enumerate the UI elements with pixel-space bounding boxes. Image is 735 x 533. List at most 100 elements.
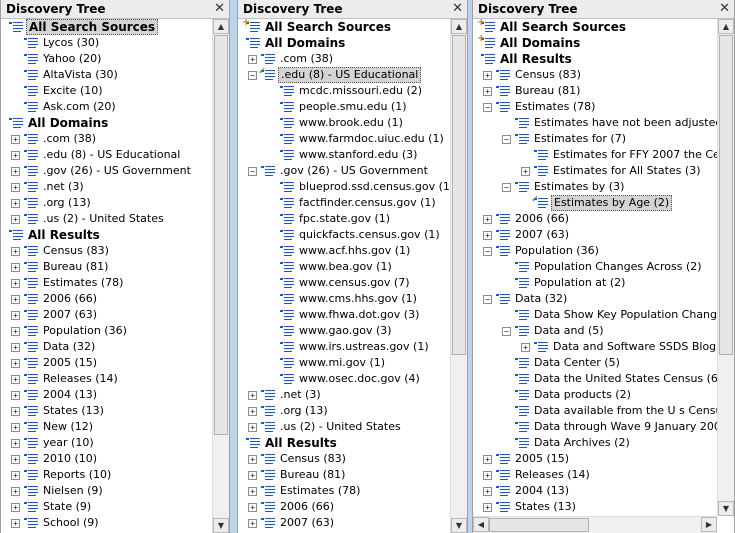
collapse-icon[interactable]: − bbox=[502, 135, 511, 144]
expand-icon[interactable]: + bbox=[11, 359, 20, 368]
tree-section-header[interactable]: All Results bbox=[473, 51, 717, 67]
tree-node[interactable]: blueprod.ssd.census.gov (1) bbox=[238, 179, 450, 195]
collapse-icon[interactable]: − bbox=[502, 327, 511, 336]
tree-node[interactable]: + States (13) bbox=[473, 499, 717, 515]
collapse-icon[interactable]: − bbox=[483, 247, 492, 256]
expand-icon[interactable]: + bbox=[248, 487, 257, 496]
tree-node[interactable]: www.cms.hhs.gov (1) bbox=[238, 291, 450, 307]
tree-node[interactable]: + Estimates (78) bbox=[238, 483, 450, 499]
collapse-icon[interactable]: − bbox=[248, 71, 257, 80]
scroll-down-button[interactable]: ▼ bbox=[213, 518, 229, 533]
expand-icon[interactable]: + bbox=[11, 423, 20, 432]
tree-node[interactable]: + Bureau (81) bbox=[473, 83, 717, 99]
tree-node[interactable]: www.bea.gov (1) bbox=[238, 259, 450, 275]
tree-section-header[interactable]: All Search Sources bbox=[1, 19, 212, 35]
tree-node[interactable]: factfinder.census.gov (1) bbox=[238, 195, 450, 211]
scroll-up-button[interactable]: ▲ bbox=[451, 19, 467, 34]
tree-node[interactable]: + States (13) bbox=[1, 403, 212, 419]
tree-node[interactable]: + School (9) bbox=[1, 515, 212, 531]
tree-node[interactable]: + .edu (8) - US Educational bbox=[1, 147, 212, 163]
tree-node[interactable]: www.gao.gov (3) bbox=[238, 323, 450, 339]
tree-node[interactable]: − Population (36) bbox=[473, 243, 717, 259]
tree-node[interactable]: + Reports (10) bbox=[1, 467, 212, 483]
vertical-scrollbar[interactable]: ▲ ▼ bbox=[450, 19, 467, 533]
tree-node[interactable]: Lycos (30) bbox=[1, 35, 212, 51]
tree-section-header[interactable]: All Results bbox=[238, 435, 450, 451]
tree-node[interactable]: Data through Wave 9 January 2007 o bbox=[473, 419, 717, 435]
tree-node[interactable]: www.farmdoc.uiuc.edu (1) bbox=[238, 131, 450, 147]
expand-icon[interactable]: + bbox=[521, 343, 530, 352]
tree-node[interactable]: Data products (2) bbox=[473, 387, 717, 403]
tree-node[interactable]: +2005 (15) bbox=[473, 451, 717, 467]
scroll-right-button[interactable]: ▶ bbox=[701, 517, 717, 532]
tree-node[interactable]: + .com (38) bbox=[238, 51, 450, 67]
tree-node[interactable]: quickfacts.census.gov (1) bbox=[238, 227, 450, 243]
collapse-icon[interactable]: − bbox=[248, 167, 257, 176]
collapse-icon[interactable]: − bbox=[502, 183, 511, 192]
tree-node[interactable]: Population at (2) bbox=[473, 275, 717, 291]
tree-node[interactable]: + .us (2) - United States bbox=[238, 419, 450, 435]
tree-node[interactable]: +2005 (15) bbox=[1, 355, 212, 371]
expand-icon[interactable]: + bbox=[248, 407, 257, 416]
expand-icon[interactable]: + bbox=[11, 295, 20, 304]
tree-node[interactable]: − Data (32) bbox=[473, 291, 717, 307]
tree-node[interactable]: + .org (13) bbox=[238, 403, 450, 419]
tree-section-header[interactable]: All Results bbox=[1, 227, 212, 243]
vertical-scrollbar[interactable]: ▲ ▼ bbox=[717, 19, 734, 516]
expand-icon[interactable]: + bbox=[11, 487, 20, 496]
tree-node[interactable]: + Releases (14) bbox=[473, 467, 717, 483]
expand-icon[interactable]: + bbox=[483, 487, 492, 496]
expand-icon[interactable]: + bbox=[11, 263, 20, 272]
expand-icon[interactable]: + bbox=[483, 87, 492, 96]
tree-node[interactable]: +2010 (10) bbox=[1, 451, 212, 467]
expand-icon[interactable]: + bbox=[11, 327, 20, 336]
expand-icon[interactable]: + bbox=[11, 215, 20, 224]
scroll-thumb[interactable] bbox=[452, 35, 466, 355]
tree-node[interactable]: + Estimates (78) bbox=[1, 275, 212, 291]
expand-icon[interactable]: + bbox=[11, 183, 20, 192]
tree-node[interactable]: − Estimates by (3) bbox=[473, 179, 717, 195]
expand-icon[interactable]: + bbox=[11, 471, 20, 480]
tree-node[interactable]: + Estimates for All States (3) bbox=[473, 163, 717, 179]
expand-icon[interactable]: + bbox=[11, 247, 20, 256]
expand-icon[interactable]: + bbox=[11, 375, 20, 384]
tree-node[interactable]: +2004 (13) bbox=[473, 483, 717, 499]
tree-node[interactable]: + .net (3) bbox=[238, 387, 450, 403]
collapse-icon[interactable]: − bbox=[483, 103, 492, 112]
tree-node[interactable]: mcdc.missouri.edu (2) bbox=[238, 83, 450, 99]
vertical-scrollbar[interactable]: ▲ ▼ bbox=[212, 19, 229, 533]
tree-node[interactable]: +2006 (66) bbox=[473, 211, 717, 227]
expand-icon[interactable]: + bbox=[483, 71, 492, 80]
tree-node[interactable]: + Bureau (81) bbox=[238, 467, 450, 483]
tree-node[interactable]: +2007 (63) bbox=[238, 515, 450, 531]
close-icon[interactable]: ✕ bbox=[452, 1, 463, 16]
scroll-thumb[interactable] bbox=[719, 35, 733, 355]
expand-icon[interactable]: + bbox=[248, 391, 257, 400]
expand-icon[interactable]: + bbox=[248, 471, 257, 480]
expand-icon[interactable]: + bbox=[11, 311, 20, 320]
close-icon[interactable]: ✕ bbox=[214, 1, 225, 16]
tree-node[interactable]: + New (12) bbox=[1, 419, 212, 435]
expand-icon[interactable]: + bbox=[248, 455, 257, 464]
tree-section-header[interactable]: + All Search Sources bbox=[473, 19, 717, 35]
tree-node[interactable]: www.irs.ustreas.gov (1) bbox=[238, 339, 450, 355]
tree-node[interactable]: AltaVista (30) bbox=[1, 67, 212, 83]
tree-node[interactable]: + .gov (26) - US Government bbox=[1, 163, 212, 179]
tree-node[interactable]: + .org (13) bbox=[1, 195, 212, 211]
scroll-up-button[interactable]: ▲ bbox=[213, 19, 229, 34]
tree-node[interactable]: + Census (83) bbox=[473, 67, 717, 83]
expand-icon[interactable]: + bbox=[11, 167, 20, 176]
expand-icon[interactable]: + bbox=[11, 279, 20, 288]
tree-node[interactable]: +2006 (66) bbox=[1, 291, 212, 307]
tree-node[interactable]: − Estimates (78) bbox=[473, 99, 717, 115]
tree-node[interactable]: fpc.state.gov (1) bbox=[238, 211, 450, 227]
tree-node[interactable]: +2007 (63) bbox=[1, 307, 212, 323]
tree-node[interactable]: Data available from the U s Census Bu bbox=[473, 403, 717, 419]
tree-node[interactable]: www.stanford.edu (3) bbox=[238, 147, 450, 163]
tree-node[interactable]: Excite (10) bbox=[1, 83, 212, 99]
tree-node[interactable]: + Census (83) bbox=[1, 243, 212, 259]
tree-node[interactable]: − Data and (5) bbox=[473, 323, 717, 339]
tree-node[interactable]: Data the United States Census (6) bbox=[473, 371, 717, 387]
tree-node[interactable]: + .net (3) bbox=[1, 179, 212, 195]
tree-node[interactable]: people.smu.edu (1) bbox=[238, 99, 450, 115]
